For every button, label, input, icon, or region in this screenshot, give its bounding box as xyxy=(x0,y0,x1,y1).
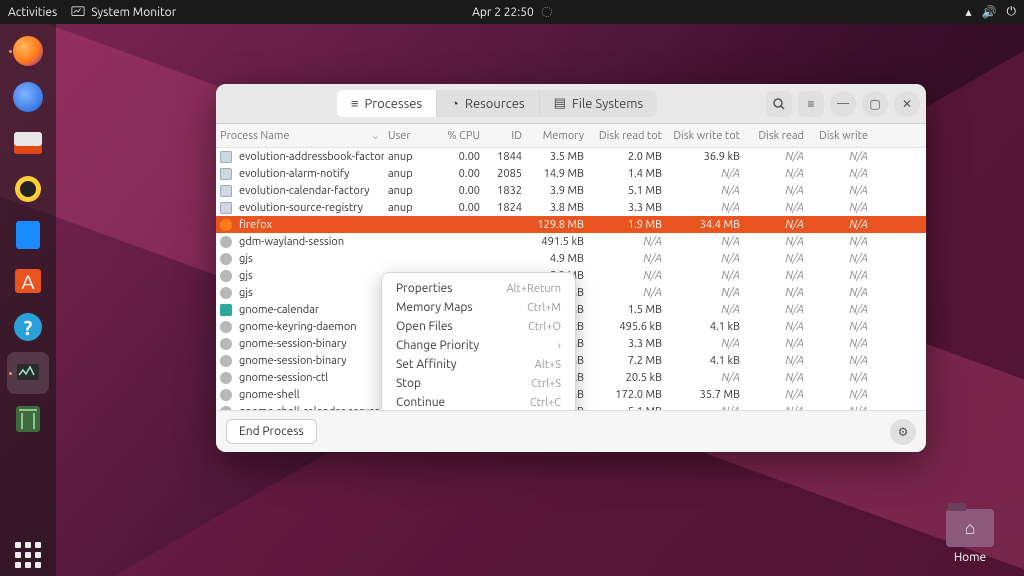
process-list[interactable]: evolution-addressbook-factoranup0.001844… xyxy=(216,148,926,410)
gauge-icon: ◔ xyxy=(451,96,459,111)
menu-item[interactable]: Memory MapsCtrl+M xyxy=(382,298,575,317)
maximize-button[interactable]: ▢ xyxy=(862,91,888,117)
notifications-icon[interactable]: ◌ xyxy=(542,6,552,19)
menu-item[interactable]: StopCtrl+S xyxy=(382,374,575,393)
home-icon: ⌂ xyxy=(946,509,994,547)
table-row[interactable]: evolution-alarm-notifyanup0.00208514.9 M… xyxy=(216,165,926,182)
table-row[interactable]: gdm-wayland-session491.5 kBN/AN/AN/AN/A xyxy=(216,233,926,250)
activities-button[interactable]: Activities xyxy=(8,6,57,19)
desktop-home-label: Home xyxy=(938,551,1002,564)
table-row[interactable]: evolution-source-registryanup0.0018243.8… xyxy=(216,199,926,216)
window-footer: End Process ⚙ xyxy=(216,410,926,452)
titlebar[interactable]: ≡Processes ◔Resources ▤File Systems ≡ — … xyxy=(216,84,926,124)
minimize-button[interactable]: — xyxy=(830,91,856,117)
gear-icon: ⚙ xyxy=(898,425,909,439)
context-menu: PropertiesAlt+ReturnMemory MapsCtrl+MOpe… xyxy=(381,272,576,410)
dock-system-monitor[interactable] xyxy=(7,352,49,394)
column-header[interactable]: Process Name ⌄ User % CPU ID Memory Disk … xyxy=(216,124,926,148)
menu-item[interactable]: Set AffinityAlt+S xyxy=(382,355,575,374)
menu-item[interactable]: PropertiesAlt+Return xyxy=(382,279,575,298)
search-button[interactable] xyxy=(766,91,792,117)
sort-indicator: ⌄ xyxy=(371,129,380,142)
preferences-button[interactable]: ⚙ xyxy=(890,419,916,445)
col-disk-write-total[interactable]: Disk write tot xyxy=(666,130,744,142)
col-disk-read[interactable]: Disk read xyxy=(744,130,808,142)
tab-resources[interactable]: ◔Resources xyxy=(437,90,540,117)
col-disk-read-total[interactable]: Disk read tot xyxy=(588,130,666,142)
close-button[interactable]: ✕ xyxy=(894,91,920,117)
table-row[interactable]: evolution-calendar-factoryanup0.0018323.… xyxy=(216,182,926,199)
list-icon: ≡ xyxy=(351,96,359,111)
col-disk-write[interactable]: Disk write xyxy=(808,130,872,142)
show-applications[interactable] xyxy=(15,542,41,568)
system-monitor-window: ≡Processes ◔Resources ▤File Systems ≡ — … xyxy=(216,84,926,452)
disk-icon: ▤ xyxy=(554,96,566,111)
hamburger-button[interactable]: ≡ xyxy=(798,91,824,117)
col-name[interactable]: Process Name xyxy=(220,130,289,142)
search-icon xyxy=(772,97,786,111)
col-memory[interactable]: Memory xyxy=(526,130,588,142)
dock: A ? xyxy=(0,24,56,576)
dock-thunderbird[interactable] xyxy=(7,76,49,118)
power-icon[interactable]: ⏻ xyxy=(1007,5,1017,19)
appmenu-label: System Monitor xyxy=(91,6,176,19)
end-process-button[interactable]: End Process xyxy=(226,419,317,444)
volume-icon[interactable]: 🔊 xyxy=(982,5,997,19)
table-row[interactable]: firefox129.8 MB1.9 MB34.4 MBN/AN/A xyxy=(216,216,926,233)
dock-firefox[interactable] xyxy=(7,30,49,72)
col-user[interactable]: User xyxy=(384,130,432,142)
dock-help[interactable]: ? xyxy=(7,306,49,348)
menu-item[interactable]: ContinueCtrl+C xyxy=(382,393,575,410)
dock-software[interactable]: A xyxy=(7,260,49,302)
tab-filesystems[interactable]: ▤File Systems xyxy=(540,90,658,117)
tab-processes[interactable]: ≡Processes xyxy=(337,90,437,117)
top-bar: Activities System Monitor Apr 2 22:50 ◌ … xyxy=(0,0,1024,24)
col-cpu[interactable]: % CPU xyxy=(432,130,484,142)
view-switcher: ≡Processes ◔Resources ▤File Systems xyxy=(337,90,657,117)
menu-item[interactable]: Change Priority› xyxy=(382,336,575,355)
appmenu[interactable]: System Monitor xyxy=(71,5,176,19)
clock[interactable]: Apr 2 22:50 xyxy=(472,6,534,19)
dock-files[interactable] xyxy=(7,122,49,164)
network-icon[interactable]: ▴ xyxy=(966,5,972,19)
dock-rhythmbox[interactable] xyxy=(7,168,49,210)
table-row[interactable]: evolution-addressbook-factoranup0.001844… xyxy=(216,148,926,165)
monitor-icon xyxy=(71,5,85,19)
menu-item[interactable]: Open FilesCtrl+O xyxy=(382,317,575,336)
dock-trash[interactable] xyxy=(7,398,49,440)
table-row[interactable]: gjs4.9 MBN/AN/AN/AN/A xyxy=(216,250,926,267)
col-id[interactable]: ID xyxy=(484,130,526,142)
desktop-home-folder[interactable]: ⌂ Home xyxy=(938,509,1002,564)
dock-writer[interactable] xyxy=(7,214,49,256)
menu-icon: ≡ xyxy=(807,97,814,111)
